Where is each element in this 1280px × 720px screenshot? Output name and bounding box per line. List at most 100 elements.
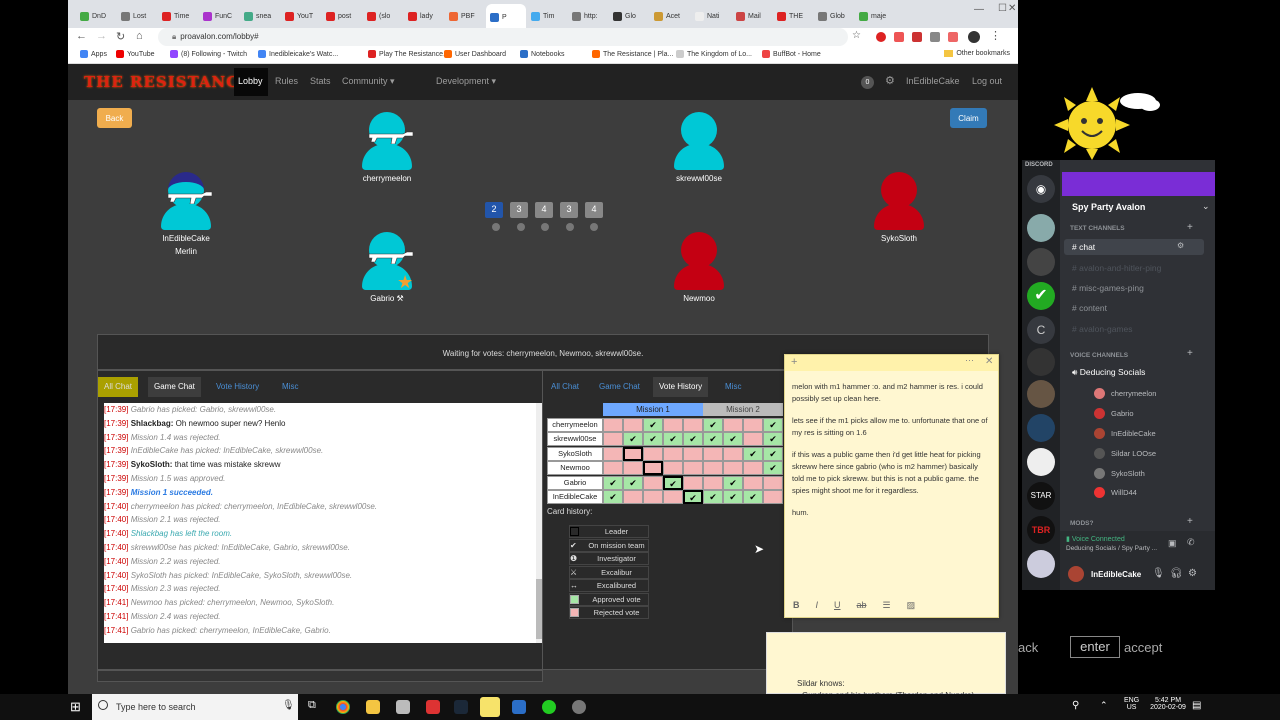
channel-avalon-and-hitler-ping[interactable]: # avalon-and-hitler-ping bbox=[1072, 263, 1161, 273]
notifications-icon[interactable]: ▤ bbox=[1192, 700, 1201, 711]
tab-vote-history[interactable]: Vote History bbox=[210, 377, 265, 397]
nav-logout[interactable]: Log out bbox=[972, 76, 1002, 86]
app-icon[interactable] bbox=[572, 700, 586, 714]
notification-badge[interactable]: 0 bbox=[861, 76, 874, 89]
voice-user[interactable]: Gabrio bbox=[1094, 408, 1134, 419]
app-icon[interactable] bbox=[512, 700, 526, 714]
server-icon[interactable] bbox=[1027, 448, 1055, 476]
settings-gear-icon[interactable]: ⚙ bbox=[1188, 568, 1197, 579]
server-icon[interactable] bbox=[1027, 348, 1055, 376]
nav-lobby[interactable]: Lobby bbox=[238, 76, 263, 86]
voice-user[interactable]: cherrymeelon bbox=[1094, 388, 1156, 399]
browser-tab[interactable]: Lost bbox=[117, 5, 155, 27]
tab-vote-history[interactable]: Vote History bbox=[653, 377, 709, 397]
player-skrewwl00se[interactable]: skrewwl00se bbox=[659, 112, 739, 183]
server-icon[interactable] bbox=[1027, 214, 1055, 242]
steam-icon[interactable] bbox=[454, 700, 468, 714]
avatar[interactable] bbox=[1068, 566, 1084, 582]
app-icon[interactable] bbox=[396, 700, 410, 714]
italic-icon[interactable]: I bbox=[816, 600, 819, 611]
taskbar-search[interactable]: Type here to search 🎙︎ bbox=[92, 694, 298, 720]
discord-home-icon[interactable]: ◉ bbox=[1027, 175, 1055, 203]
plus-icon[interactable]: + bbox=[1187, 516, 1193, 527]
chat-scrollbar[interactable] bbox=[536, 403, 542, 643]
task-view-icon[interactable]: ⧉ bbox=[308, 699, 316, 712]
back-arrow-icon[interactable]: ← bbox=[76, 30, 87, 42]
voice-user[interactable]: WillD44 bbox=[1094, 487, 1137, 498]
windows-start-icon[interactable]: ⊞ bbox=[70, 699, 81, 715]
nav-rules[interactable]: Rules bbox=[275, 76, 298, 86]
url-bar[interactable]: 🔒︎ proavalon.com/lobby# bbox=[158, 28, 848, 46]
server-icon[interactable] bbox=[1027, 380, 1055, 408]
browser-tab[interactable]: Mail bbox=[732, 5, 770, 27]
browser-tab[interactable]: Nati bbox=[691, 5, 729, 27]
star-icon[interactable]: ☆ bbox=[852, 30, 861, 41]
language-indicator[interactable]: ENG US bbox=[1124, 697, 1139, 711]
menu-icon[interactable]: ⋮ bbox=[990, 29, 1001, 42]
extension-icon[interactable] bbox=[876, 32, 886, 42]
extension-icon[interactable] bbox=[948, 32, 958, 42]
bookmark-item[interactable]: Inedibleicake's Watc... bbox=[258, 50, 338, 58]
strikethrough-icon[interactable]: ab bbox=[857, 600, 867, 611]
bold-icon[interactable]: B bbox=[793, 600, 800, 611]
tab-all-chat[interactable]: All Chat bbox=[545, 377, 585, 397]
image-icon[interactable]: ▨ bbox=[907, 600, 916, 611]
browser-tab[interactable]: Glo bbox=[609, 5, 647, 27]
server-icon[interactable] bbox=[1027, 550, 1055, 578]
app-icon[interactable] bbox=[542, 700, 556, 714]
add-note-icon[interactable]: + bbox=[791, 356, 797, 368]
claim-button[interactable]: Claim bbox=[950, 108, 987, 128]
player-inediblecake[interactable]: InEdibleCake Merlin bbox=[146, 172, 226, 256]
tab-misc[interactable]: Misc bbox=[719, 377, 747, 397]
player-sykosloth[interactable]: SykoSloth bbox=[859, 172, 939, 243]
extension-icon[interactable] bbox=[930, 32, 940, 42]
plus-icon[interactable]: + bbox=[1187, 222, 1193, 233]
voice-user[interactable]: Sildar LOOse bbox=[1094, 448, 1156, 459]
nav-stats[interactable]: Stats bbox=[310, 76, 331, 86]
back-button[interactable]: Back bbox=[97, 108, 132, 128]
reload-icon[interactable]: ↻ bbox=[116, 30, 125, 43]
tab-game-chat[interactable]: Game Chat bbox=[148, 377, 201, 397]
tab-all-chat[interactable]: All Chat bbox=[98, 377, 139, 397]
scroll-thumb[interactable] bbox=[536, 579, 542, 639]
tab-misc[interactable]: Misc bbox=[276, 377, 304, 397]
screen-share-icon[interactable]: ▣ bbox=[1168, 538, 1177, 549]
app-icon[interactable] bbox=[426, 700, 440, 714]
people-icon[interactable]: ⚲ bbox=[1072, 700, 1079, 711]
mods-header[interactable]: MODS? bbox=[1070, 520, 1093, 527]
clock[interactable]: 5:42 PM 2020-02-09 bbox=[1150, 697, 1186, 711]
disconnect-icon[interactable]: ✆ bbox=[1187, 537, 1195, 548]
bookmark-item[interactable]: (8) Following - Twitch bbox=[170, 50, 247, 58]
channel-content[interactable]: # content bbox=[1072, 303, 1107, 313]
sticky-note-behind[interactable]: Sildar knows: • Gundren and his brothers… bbox=[766, 632, 1006, 700]
browser-tab[interactable]: Glob bbox=[814, 5, 852, 27]
server-icon[interactable] bbox=[1027, 414, 1055, 442]
microphone-icon[interactable]: 🎙︎ bbox=[1152, 568, 1165, 579]
browser-tab[interactable]: http: bbox=[568, 5, 606, 27]
plus-icon[interactable]: + bbox=[1187, 348, 1193, 359]
site-logo[interactable]: THE RESISTANCE bbox=[84, 73, 252, 91]
chrome-icon[interactable] bbox=[336, 700, 350, 714]
server-name[interactable]: Spy Party Avalon bbox=[1072, 202, 1145, 212]
browser-tab[interactable]: THE bbox=[773, 5, 811, 27]
voice-channel-deducing-socials[interactable]: 🔊︎ Deducing Socials bbox=[1072, 367, 1145, 378]
sticky-note-body[interactable]: melon with m1 hammer :o. and m2 hammer i… bbox=[792, 381, 992, 529]
server-icon[interactable]: STAR bbox=[1027, 482, 1055, 510]
server-icon[interactable] bbox=[1027, 248, 1055, 276]
other-bookmarks[interactable]: Other bookmarks bbox=[944, 50, 1010, 57]
more-options-icon[interactable]: ⋯ bbox=[965, 355, 974, 366]
voice-connected[interactable]: ▮ Voice Connected bbox=[1066, 535, 1125, 543]
sticky-note[interactable]: + ⋯ ✕ melon with m1 hammer :o. and m2 ha… bbox=[784, 354, 999, 618]
channel-chat[interactable]: # chat bbox=[1072, 242, 1095, 252]
browser-tab[interactable]: YouT bbox=[281, 5, 319, 27]
server-icon[interactable]: TBR bbox=[1027, 516, 1055, 544]
maximize-icon[interactable]: ☐ bbox=[998, 3, 1007, 14]
chevron-down-icon[interactable]: ⌄ bbox=[1202, 201, 1210, 212]
bookmark-item[interactable]: The Kingdom of Lo... bbox=[676, 50, 752, 58]
close-window-icon[interactable]: ✕ bbox=[1008, 3, 1016, 14]
tray-chevron-icon[interactable]: ⌃ bbox=[1100, 700, 1108, 711]
browser-tab[interactable]: FunC bbox=[199, 5, 237, 27]
browser-tab[interactable]: Tim bbox=[527, 5, 565, 27]
server-icon[interactable]: ✔ bbox=[1027, 282, 1055, 310]
extension-icon[interactable] bbox=[912, 32, 922, 42]
